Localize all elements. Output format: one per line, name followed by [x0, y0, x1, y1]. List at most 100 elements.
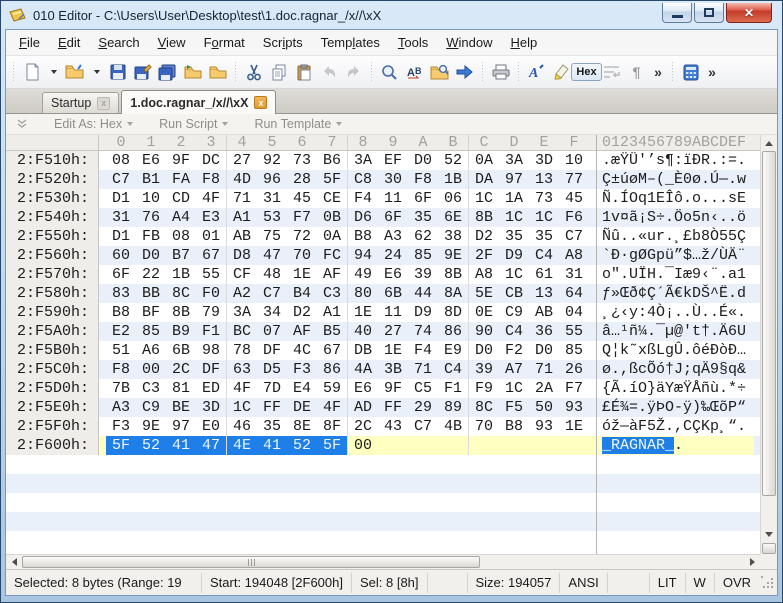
hex-byte[interactable]: B9	[166, 322, 196, 341]
hex-byte[interactable]: 47	[196, 436, 226, 455]
hex-byte[interactable]: 35	[408, 208, 438, 227]
hex-byte[interactable]: C7	[257, 284, 287, 303]
hex-byte[interactable]: B1	[136, 170, 166, 189]
menu-item-view[interactable]: View	[149, 32, 195, 53]
hex-byte[interactable]: 4F	[317, 398, 347, 417]
hex-byte[interactable]: 76	[136, 208, 166, 227]
ascii-cell[interactable]: _RAGNAR_.	[596, 436, 754, 455]
hex-byte[interactable]: 5F	[106, 436, 136, 455]
hex-byte[interactable]: D5	[257, 360, 287, 379]
hex-byte[interactable]: 9E	[438, 246, 468, 265]
save-as-button[interactable]	[130, 60, 155, 84]
hex-byte[interactable]: 08	[106, 151, 136, 170]
scroll-down-button[interactable]	[761, 526, 777, 542]
hex-byte[interactable]: AF	[317, 265, 347, 284]
hex-byte[interactable]: 46	[227, 417, 257, 436]
hex-row[interactable]: 2:F550h:D1FB0801AB75720AB8A36238D23535C7…	[6, 227, 760, 246]
hex-byte[interactable]: 26	[559, 360, 589, 379]
hex-byte[interactable]: 52	[136, 436, 166, 455]
hex-byte[interactable]: 73	[529, 189, 559, 208]
hex-byte[interactable]: 93	[559, 398, 589, 417]
hex-byte[interactable]: F3	[287, 360, 317, 379]
hex-byte[interactable]: 06	[438, 189, 468, 208]
hex-byte[interactable]: 1C	[499, 265, 529, 284]
hex-byte[interactable]: C4	[438, 360, 468, 379]
hex-byte[interactable]: 50	[529, 398, 559, 417]
goto-button[interactable]	[452, 60, 477, 84]
hex-byte[interactable]: 13	[529, 170, 559, 189]
edit-as-dropdown[interactable]: Edit As: Hex	[54, 117, 133, 131]
ascii-cell[interactable]: .æŸÜ'’s¶:ïÐR.:=.	[596, 151, 754, 170]
hex-byte[interactable]: 13	[529, 284, 559, 303]
hex-byte[interactable]: DA	[469, 170, 499, 189]
hex-byte[interactable]: E6	[378, 265, 408, 284]
tab-startup[interactable]: Startup x	[42, 92, 119, 113]
hex-byte[interactable]: 4B	[438, 417, 468, 436]
hex-byte[interactable]: DF	[257, 341, 287, 360]
tab-close-icon[interactable]: x	[254, 96, 267, 109]
hex-byte[interactable]: 8C	[469, 398, 499, 417]
hex-byte[interactable]: 96	[257, 170, 287, 189]
scroll-up-button[interactable]	[761, 135, 777, 151]
hex-byte[interactable]: 52	[287, 436, 317, 455]
hex-byte[interactable]: 89	[438, 398, 468, 417]
vertical-scroll-thumb[interactable]	[762, 151, 776, 496]
hex-byte[interactable]: 3A	[348, 151, 378, 170]
hex-byte[interactable]: 0A	[469, 151, 499, 170]
hex-byte[interactable]: 11	[378, 189, 408, 208]
hex-byte[interactable]: 86	[317, 360, 347, 379]
hex-byte[interactable]: 93	[529, 417, 559, 436]
hex-byte[interactable]: F9	[469, 379, 499, 398]
hex-byte[interactable]: 73	[287, 151, 317, 170]
hex-byte[interactable]: 71	[529, 360, 559, 379]
hex-row[interactable]: 2:F5E0h:A3C9BE3D1CFFDE4FADFF29898CF55093…	[6, 398, 760, 417]
hex-byte[interactable]: 44	[408, 284, 438, 303]
hex-byte[interactable]: 5F	[317, 436, 347, 455]
hex-byte[interactable]: 52	[438, 151, 468, 170]
hex-byte[interactable]: 98	[196, 341, 226, 360]
hex-byte[interactable]: 39	[408, 265, 438, 284]
cut-button[interactable]	[241, 60, 266, 84]
hex-byte[interactable]: BC	[227, 322, 257, 341]
hex-byte[interactable]: 34	[257, 303, 287, 322]
hex-byte[interactable]: 79	[196, 303, 226, 322]
hex-byte[interactable]: CE	[317, 189, 347, 208]
hex-byte[interactable]: 1C	[469, 189, 499, 208]
hex-byte[interactable]: CF	[227, 265, 257, 284]
hex-row[interactable]: 2:F580h:83BB8CF0A2C7B4C3806B448A5ECB1364…	[6, 284, 760, 303]
hex-byte[interactable]: 38	[438, 227, 468, 246]
hex-byte[interactable]: 27	[378, 322, 408, 341]
find-button[interactable]	[377, 60, 402, 84]
hex-byte[interactable]: 36	[529, 322, 559, 341]
hex-byte[interactable]: 0A	[317, 227, 347, 246]
hex-byte[interactable]: 1E	[348, 303, 378, 322]
hex-byte[interactable]: F5	[499, 398, 529, 417]
word-wrap-button[interactable]	[599, 60, 624, 84]
toolbar-overflow-button-2[interactable]: »	[703, 60, 721, 84]
hex-byte[interactable]: D0	[529, 341, 559, 360]
hex-byte[interactable]: C3	[317, 284, 347, 303]
hex-byte[interactable]: 3D	[529, 151, 559, 170]
hex-byte[interactable]: 4D	[227, 170, 257, 189]
hex-byte[interactable]: 71	[227, 189, 257, 208]
hex-byte[interactable]: F6	[559, 208, 589, 227]
hex-byte[interactable]: 6B	[166, 341, 196, 360]
menu-item-tools[interactable]: Tools	[389, 32, 437, 53]
hex-byte[interactable]: 1A	[499, 189, 529, 208]
hex-byte[interactable]: 70	[287, 246, 317, 265]
hex-byte[interactable]: 4F	[196, 189, 226, 208]
close-button[interactable]: ✕	[726, 3, 772, 23]
hex-byte[interactable]: 85	[408, 246, 438, 265]
hex-byte[interactable]: A8	[469, 265, 499, 284]
hex-byte[interactable]: 1E	[287, 265, 317, 284]
hex-byte[interactable]: E6	[348, 379, 378, 398]
maximize-button[interactable]	[694, 3, 724, 23]
open-file-button[interactable]	[62, 60, 87, 84]
hex-byte[interactable]: 27	[227, 151, 257, 170]
hex-byte[interactable]: ED	[196, 379, 226, 398]
new-file-dropdown[interactable]	[44, 60, 62, 84]
hex-byte[interactable]: DF	[196, 360, 226, 379]
hex-byte[interactable]: 4C	[287, 341, 317, 360]
hex-byte[interactable]: D6	[348, 208, 378, 227]
show-whitespace-button[interactable]: ¶	[624, 60, 649, 84]
